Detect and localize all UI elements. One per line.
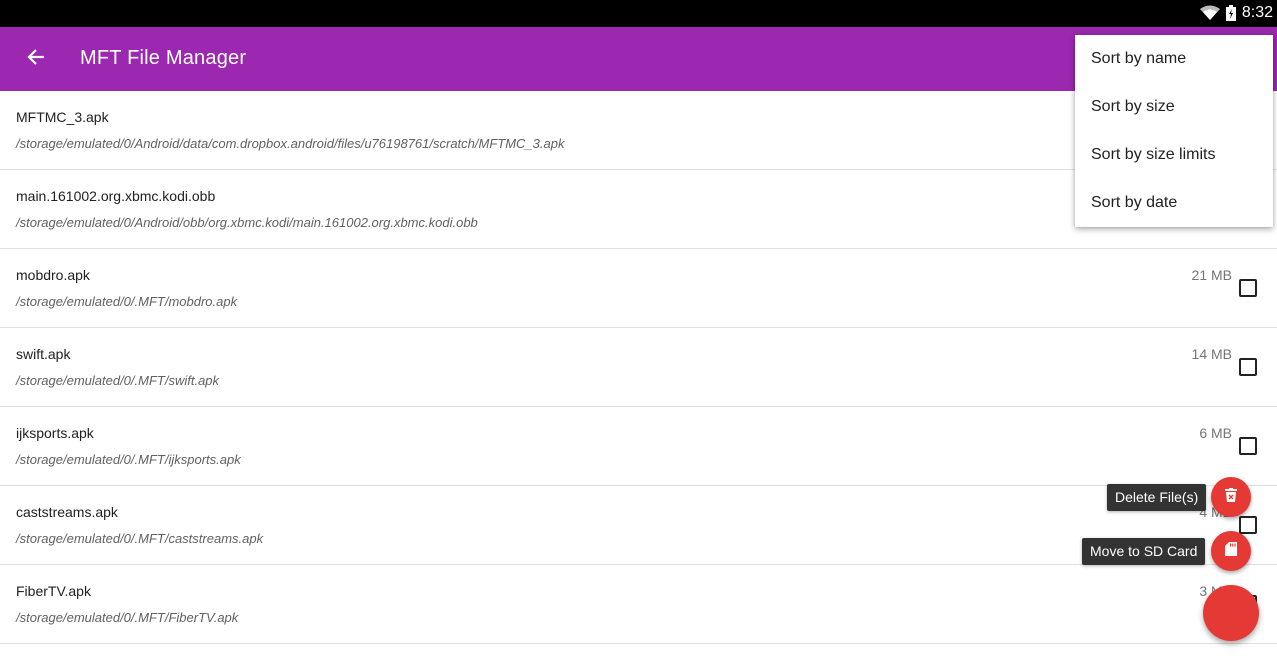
file-path: /storage/emulated/0/.MFT/ijksports.apk	[16, 452, 241, 467]
menu-item-sort-date[interactable]: Sort by date	[1075, 179, 1273, 227]
file-name: swift.apk	[16, 346, 71, 362]
file-row[interactable]: swift.apk /storage/emulated/0/.MFT/swift…	[0, 328, 1277, 407]
wifi-icon	[1199, 5, 1220, 21]
menu-item-sort-size[interactable]: Sort by size	[1075, 83, 1273, 131]
menu-item-sort-name[interactable]: Sort by name	[1075, 35, 1273, 83]
file-size: 14 MB	[1191, 346, 1232, 362]
move-to-sd-label[interactable]: Move to SD Card	[1082, 538, 1206, 565]
page-title: MFT File Manager	[80, 47, 247, 69]
sort-menu: Sort by name Sort by size Sort by size l…	[1075, 35, 1273, 227]
arrow-back-icon	[27, 48, 45, 71]
move-to-sd-button[interactable]	[1211, 531, 1251, 571]
delete-icon	[1225, 487, 1237, 507]
file-size: 21 MB	[1191, 267, 1232, 283]
delete-files-button[interactable]	[1211, 477, 1251, 517]
file-name: FiberTV.apk	[16, 583, 91, 599]
file-name: MFTMC_3.apk	[16, 109, 109, 125]
file-size: 6 MB	[1199, 425, 1232, 441]
file-path: /storage/emulated/0/Android/data/com.dro…	[16, 136, 565, 151]
file-path: /storage/emulated/0/.MFT/mobdro.apk	[16, 294, 238, 309]
file-path: /storage/emulated/0/.MFT/swift.apk	[16, 373, 220, 388]
select-checkbox[interactable]	[1239, 358, 1257, 376]
file-path: /storage/emulated/0/.MFT/caststreams.apk	[16, 531, 264, 546]
menu-item-sort-size-limits[interactable]: Sort by size limits	[1075, 131, 1273, 179]
sd-card-icon	[1225, 541, 1237, 561]
file-path: /storage/emulated/0/Android/obb/org.xbmc…	[16, 215, 478, 230]
main-action-button[interactable]	[1203, 585, 1259, 641]
select-checkbox[interactable]	[1239, 437, 1257, 455]
file-path: /storage/emulated/0/.MFT/FiberTV.apk	[16, 610, 239, 625]
file-row[interactable]: ijksports.apk /storage/emulated/0/.MFT/i…	[0, 407, 1277, 486]
back-button[interactable]	[20, 43, 52, 75]
file-name: caststreams.apk	[16, 504, 118, 520]
file-name: main.161002.org.xbmc.kodi.obb	[16, 188, 216, 204]
file-row[interactable]: FiberTV.apk /storage/emulated/0/.MFT/Fib…	[0, 565, 1277, 644]
battery-icon	[1225, 5, 1236, 21]
clock: 8:32	[1241, 4, 1273, 21]
select-checkbox[interactable]	[1239, 279, 1257, 297]
select-checkbox[interactable]	[1239, 516, 1257, 534]
status-bar: 8:32	[0, 0, 1277, 27]
file-name: mobdro.apk	[16, 267, 90, 283]
delete-files-label[interactable]: Delete File(s)	[1107, 484, 1207, 511]
file-row[interactable]: mobdro.apk /storage/emulated/0/.MFT/mobd…	[0, 249, 1277, 328]
file-name: ijksports.apk	[16, 425, 94, 441]
